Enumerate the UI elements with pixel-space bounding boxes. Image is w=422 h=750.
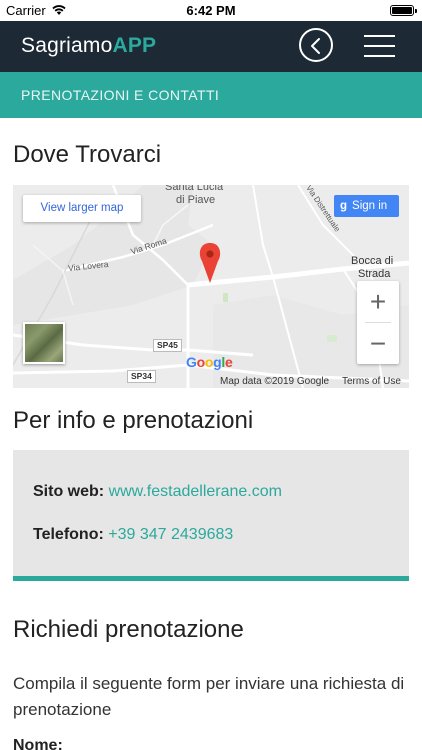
- map-place-label: Santa Lucia: [165, 185, 224, 193]
- contacts-heading: Per info e prenotazioni: [13, 407, 254, 434]
- zoom-control: + −: [357, 281, 399, 364]
- phone-link[interactable]: +39 347 2439683: [108, 526, 233, 543]
- back-button[interactable]: [299, 28, 333, 62]
- zoom-out-button[interactable]: −: [357, 323, 399, 364]
- app-logo: SagriamoAPP: [21, 34, 156, 58]
- google-logo: Google: [186, 354, 233, 370]
- road-badge-sp45: SP45: [153, 339, 182, 352]
- satellite-view-toggle[interactable]: [23, 322, 65, 364]
- map-embed[interactable]: Santa Lucia di Piave Bocca di Strada Via…: [13, 185, 409, 388]
- website-link[interactable]: www.festadellerane.com: [109, 483, 282, 500]
- location-heading: Dove Trovarci: [13, 141, 162, 168]
- battery-icon: [390, 5, 417, 16]
- map-place-label: Strada: [358, 268, 391, 280]
- booking-description: Compila il seguente form per inviare una…: [13, 674, 405, 719]
- map-place-label: di Piave: [176, 194, 216, 206]
- phone-label: Telefono:: [33, 526, 104, 543]
- hamburger-line: [364, 35, 395, 37]
- brand-main: Sagriamo: [21, 34, 113, 57]
- sign-in-label: Sign in: [352, 200, 388, 212]
- hamburger-line: [364, 55, 395, 57]
- chevron-left-icon: [311, 38, 320, 54]
- status-bar: Carrier 6:42 PM: [0, 0, 422, 21]
- terms-of-use-link[interactable]: Terms of Use: [342, 376, 401, 387]
- brand-accent: APP: [112, 34, 157, 57]
- zoom-in-button[interactable]: +: [357, 281, 399, 322]
- map-data-credit: Map data ©2019 Google: [220, 376, 330, 387]
- view-larger-map-button[interactable]: View larger map: [23, 195, 141, 222]
- phone-row: Telefono: +39 347 2439683: [33, 526, 233, 544]
- map-attribution: Map data ©2019 Google Terms of Use: [13, 375, 409, 388]
- menu-button[interactable]: [364, 35, 395, 57]
- website-label: Sito web:: [33, 483, 105, 500]
- map-place-label: Bocca di: [351, 255, 394, 267]
- section-bar: PRENOTAZIONI E CONTATTI: [0, 72, 422, 118]
- google-g-icon: g: [340, 200, 348, 212]
- clock: 6:42 PM: [186, 3, 236, 18]
- section-title: PRENOTAZIONI E CONTATTI: [21, 87, 220, 103]
- sign-in-button[interactable]: g Sign in: [334, 195, 399, 217]
- name-field-label: Nome:: [13, 737, 63, 750]
- booking-heading: Richiedi prenotazione: [13, 616, 244, 643]
- app-header: SagriamoAPP: [0, 21, 422, 72]
- contact-info-box: Sito web: www.festadellerane.com Telefon…: [13, 450, 409, 581]
- hamburger-line: [364, 45, 395, 47]
- website-row: Sito web: www.festadellerane.com: [33, 483, 282, 501]
